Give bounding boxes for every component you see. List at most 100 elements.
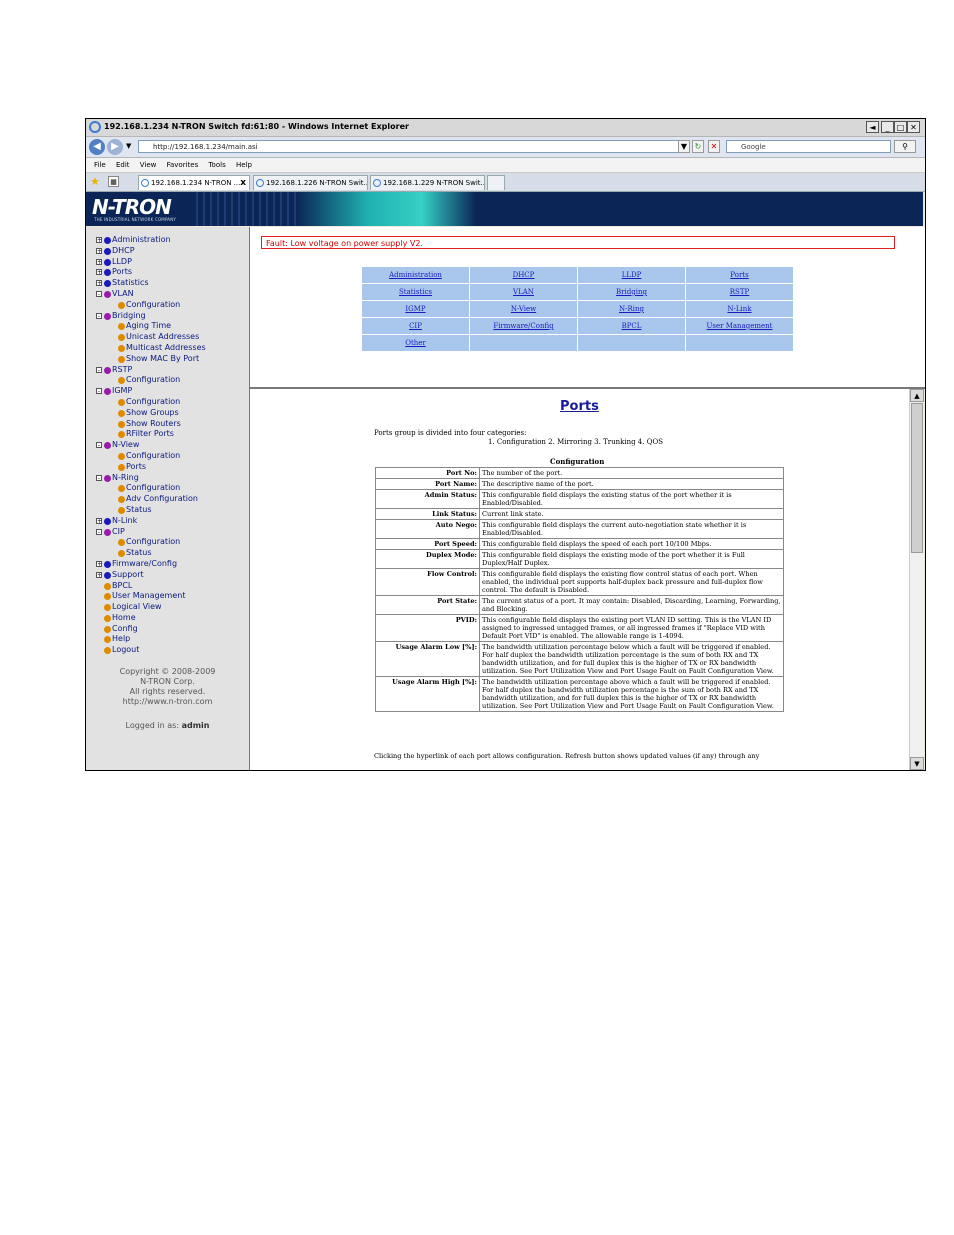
menu-edit[interactable]: Edit — [116, 161, 130, 169]
menu-view[interactable]: View — [140, 161, 157, 169]
history-dropdown-icon[interactable]: ▼ — [126, 142, 131, 150]
sidebar-item[interactable]: BPCL — [96, 581, 246, 592]
quick-tabs-icon[interactable]: ▦ — [108, 176, 119, 187]
sidebar-item[interactable]: Configuration — [96, 537, 246, 548]
sidebar-item[interactable]: + DHCP — [96, 246, 246, 257]
nav-link[interactable]: LLDP — [577, 266, 686, 284]
tab-close-icon[interactable]: x — [240, 176, 246, 190]
collapse-icon[interactable]: - — [96, 366, 102, 373]
close-button[interactable]: ✕ — [907, 121, 920, 133]
nav-link[interactable]: Ports — [685, 266, 794, 284]
nav-link[interactable]: N-Ring — [577, 300, 686, 318]
minimize-button[interactable]: _ — [881, 121, 894, 133]
nav-link[interactable]: VLAN — [469, 283, 578, 301]
url-field[interactable]: http://192.168.1.234/main.asi — [138, 140, 688, 153]
sidebar-item[interactable]: Config — [96, 624, 246, 635]
sidebar-item[interactable]: - N-Ring — [96, 473, 246, 484]
search-icon[interactable]: ⚲ — [894, 140, 916, 153]
sidebar-item[interactable]: + LLDP — [96, 257, 246, 268]
sidebar-item[interactable]: Multicast Addresses — [96, 343, 246, 354]
collapse-icon[interactable]: - — [96, 290, 102, 297]
sidebar-item[interactable]: - Bridging — [96, 311, 246, 322]
nav-link[interactable]: User Management — [685, 317, 794, 335]
collapse-icon[interactable]: - — [96, 388, 102, 395]
sidebar-item[interactable]: Help — [96, 634, 246, 645]
nav-link[interactable]: Bridging — [577, 283, 686, 301]
nav-link[interactable]: IGMP — [361, 300, 470, 318]
nav-link[interactable]: N-View — [469, 300, 578, 318]
sidebar-item[interactable]: - RSTP — [96, 365, 246, 376]
scroll-up-icon[interactable]: ▲ — [910, 389, 924, 402]
expand-icon[interactable]: + — [96, 269, 102, 276]
forward-button[interactable]: ▶ — [107, 139, 123, 155]
nav-link[interactable]: Other — [361, 334, 470, 352]
menu-help[interactable]: Help — [236, 161, 252, 169]
sidebar-item[interactable]: + Statistics — [96, 278, 246, 289]
sidebar-item[interactable]: Show Groups — [96, 408, 246, 419]
sidebar-item[interactable]: Logical View — [96, 602, 246, 613]
vertical-scrollbar[interactable]: ▲ ▼ — [909, 389, 924, 770]
sidebar-item[interactable]: Configuration — [96, 375, 246, 386]
nav-link[interactable]: Statistics — [361, 283, 470, 301]
url-dropdown-icon[interactable]: ▼ — [678, 140, 690, 153]
sidebar-item[interactable]: Configuration — [96, 483, 246, 494]
sidebar-item[interactable]: RFilter Ports — [96, 429, 246, 440]
expand-icon[interactable]: + — [96, 258, 102, 265]
nav-link[interactable]: CIP — [361, 317, 470, 335]
tab-3[interactable]: 192.168.1.229 N-TRON Swit... — [370, 175, 485, 190]
scroll-down-icon[interactable]: ▼ — [910, 757, 924, 770]
search-input[interactable]: Google — [726, 140, 891, 153]
nav-link[interactable]: Administration — [361, 266, 470, 284]
menu-tools[interactable]: Tools — [208, 161, 225, 169]
nav-link[interactable]: RSTP — [685, 283, 794, 301]
expand-icon[interactable]: + — [96, 517, 102, 524]
sidebar-item[interactable]: Ports — [96, 462, 246, 473]
scroll-thumb[interactable] — [911, 403, 923, 553]
sidebar-item[interactable]: Configuration — [96, 451, 246, 462]
sidebar-item[interactable]: - N-View — [96, 440, 246, 451]
back-button[interactable]: ◀ — [89, 139, 105, 155]
nav-link[interactable]: BPCL — [577, 317, 686, 335]
tab-1[interactable]: 192.168.1.234 N-TRON ... x — [138, 175, 250, 190]
nav-link[interactable]: DHCP — [469, 266, 578, 284]
sidebar-item[interactable]: Unicast Addresses — [96, 332, 246, 343]
menu-favorites[interactable]: Favorites — [167, 161, 199, 169]
expand-icon[interactable]: + — [96, 571, 102, 578]
refresh-icon[interactable]: ↻ — [692, 140, 704, 153]
sidebar-item[interactable]: Status — [96, 505, 246, 516]
copyright-url[interactable]: http://www.n-tron.com — [86, 697, 249, 707]
sidebar-item[interactable]: + Ports — [96, 267, 246, 278]
sidebar-item[interactable]: User Management — [96, 591, 246, 602]
expand-icon[interactable]: + — [96, 237, 102, 244]
collapse-icon[interactable]: - — [96, 442, 102, 449]
expand-icon[interactable]: + — [96, 560, 102, 567]
nav-link[interactable]: Firmware/Config — [469, 317, 578, 335]
sidebar-item[interactable]: Configuration — [96, 397, 246, 408]
sidebar-item[interactable]: - IGMP — [96, 386, 246, 397]
nav-link[interactable]: N-Link — [685, 300, 794, 318]
sidebar-item[interactable]: Aging Time — [96, 321, 246, 332]
collapse-icon[interactable]: - — [96, 474, 102, 481]
sidebar-item[interactable]: + Support — [96, 570, 246, 581]
sidebar-item[interactable]: Show Routers — [96, 419, 246, 430]
back-arrow-icon[interactable]: ◄ — [866, 121, 879, 133]
sidebar-item[interactable]: + Firmware/Config — [96, 559, 246, 570]
sidebar-item[interactable]: Show MAC By Port — [96, 354, 246, 365]
sidebar-item[interactable]: Home — [96, 613, 246, 624]
favorites-star-icon[interactable]: ★ — [90, 175, 100, 188]
collapse-icon[interactable]: - — [96, 312, 102, 319]
stop-icon[interactable]: ✕ — [708, 140, 720, 153]
sidebar-item[interactable]: Status — [96, 548, 246, 559]
sidebar-item[interactable]: Configuration — [96, 300, 246, 311]
collapse-icon[interactable]: - — [96, 528, 102, 535]
maximize-button[interactable]: □ — [894, 121, 907, 133]
sidebar-item[interactable]: Adv Configuration — [96, 494, 246, 505]
sidebar-item[interactable]: - VLAN — [96, 289, 246, 300]
menu-file[interactable]: File — [94, 161, 106, 169]
sidebar-item[interactable]: + Administration — [96, 235, 246, 246]
expand-icon[interactable]: + — [96, 247, 102, 254]
sidebar-item[interactable]: + N-Link — [96, 516, 246, 527]
tab-2[interactable]: 192.168.1.226 N-TRON Swit... — [253, 175, 368, 190]
sidebar-item[interactable]: - CIP — [96, 527, 246, 538]
new-tab-button[interactable] — [487, 175, 505, 190]
